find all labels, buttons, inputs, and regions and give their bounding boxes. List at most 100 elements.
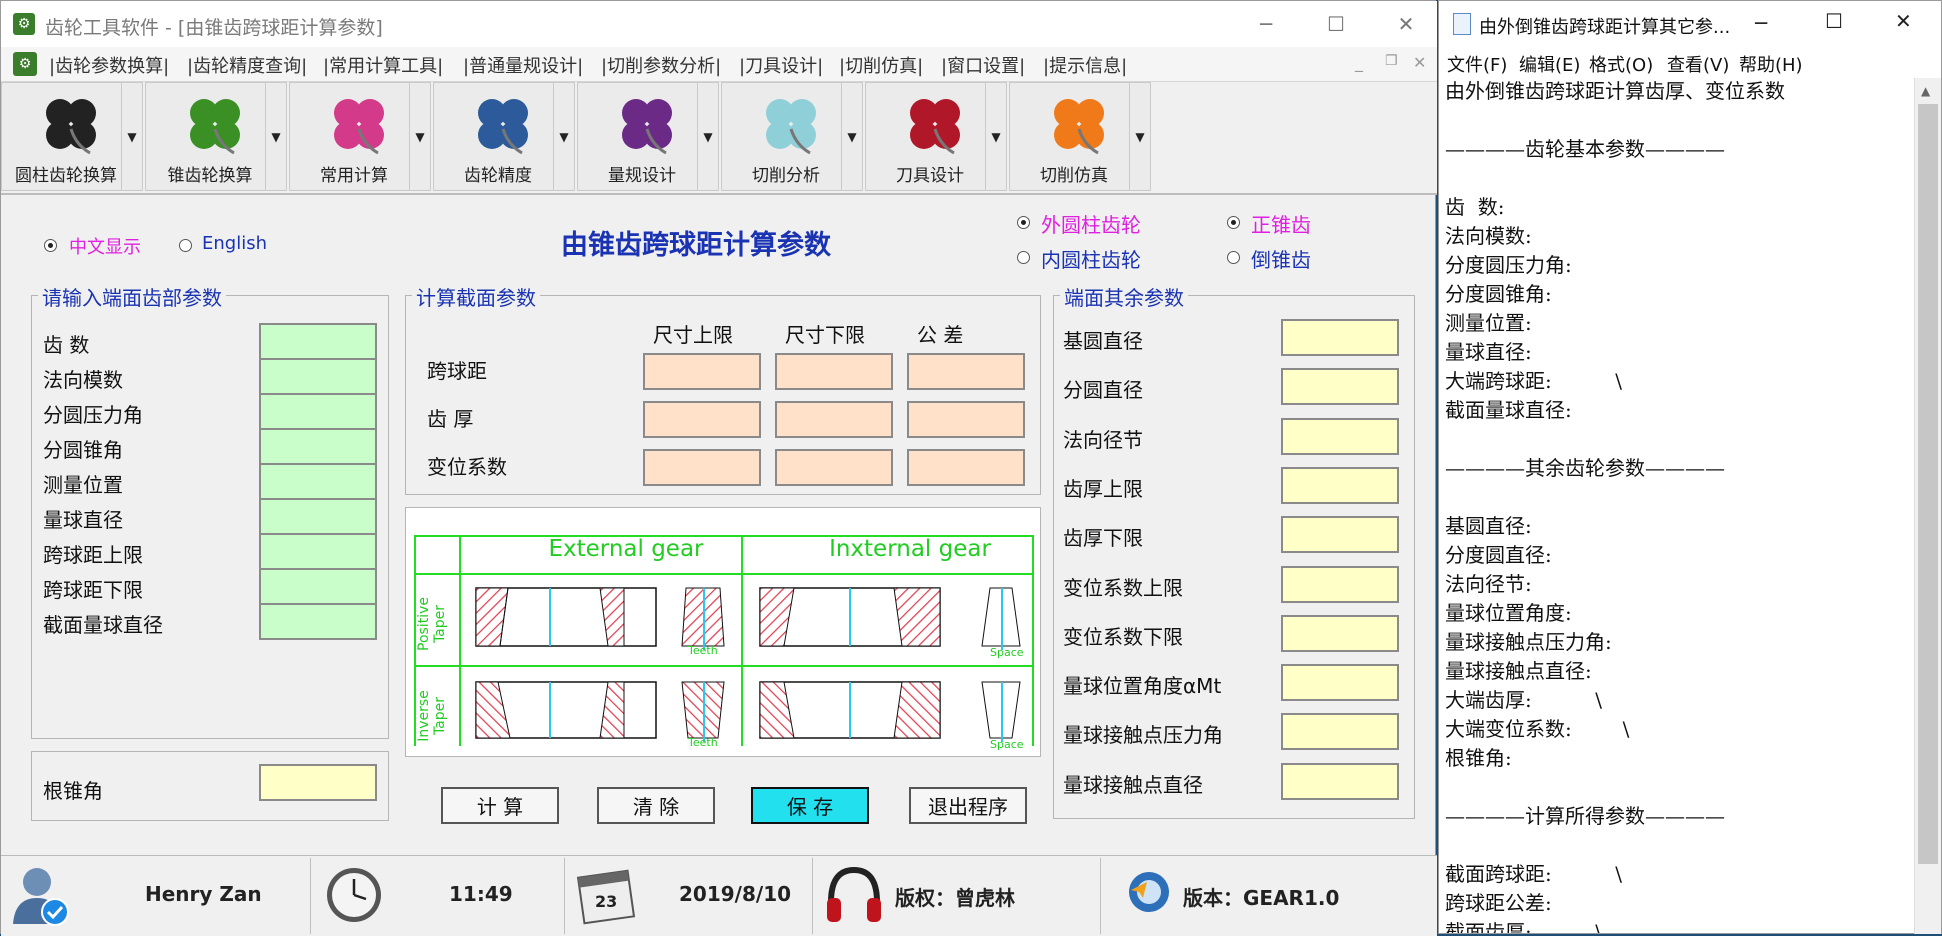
positive-taper-label[interactable]: 正锥齿 bbox=[1251, 209, 1311, 238]
other-field-2[interactable] bbox=[1281, 417, 1399, 455]
notepad-menu-edit[interactable]: 编辑(E) bbox=[1519, 51, 1580, 77]
input-field-6[interactable] bbox=[259, 533, 377, 570]
exit-button[interactable]: 退出程序 bbox=[909, 787, 1027, 824]
mdi-close-icon[interactable]: ✕ bbox=[1413, 53, 1426, 72]
inverse-taper-radio[interactable] bbox=[1227, 251, 1240, 264]
section-field-0-2[interactable] bbox=[907, 353, 1025, 390]
section-field-0-1[interactable] bbox=[775, 353, 893, 390]
scroll-up-icon[interactable]: ▲ bbox=[1921, 84, 1930, 98]
menu-gear-accuracy[interactable]: |齿轮精度查询| bbox=[187, 52, 307, 78]
input-field-7[interactable] bbox=[259, 568, 377, 605]
taper-diagram-panel: External gear Inxternal gear Positive Ta… bbox=[405, 507, 1041, 757]
calculate-button[interactable]: 计 算 bbox=[441, 787, 559, 824]
input-field-1[interactable] bbox=[259, 358, 377, 395]
other-field-7[interactable] bbox=[1281, 664, 1399, 702]
section-field-2-2[interactable] bbox=[907, 449, 1025, 486]
close-button[interactable]: ✕ bbox=[1377, 1, 1435, 47]
menu-gear-param[interactable]: |齿轮参数换算| bbox=[49, 52, 169, 78]
section-field-0-0[interactable] bbox=[643, 353, 761, 390]
lang-cn-label[interactable]: 中文显示 bbox=[69, 233, 141, 259]
dropdown-arrow-icon[interactable]: ▼ bbox=[1129, 83, 1150, 190]
menu-cutting-sim[interactable]: |切削仿真| bbox=[839, 52, 923, 78]
other-field-3[interactable] bbox=[1281, 466, 1399, 504]
positive-taper-radio[interactable] bbox=[1227, 216, 1240, 229]
mdi-minimize-icon[interactable]: _ bbox=[1355, 53, 1363, 72]
notepad-menu-help[interactable]: 帮助(H) bbox=[1739, 51, 1803, 77]
input-field-5[interactable] bbox=[259, 498, 377, 535]
menu-cutting-analysis[interactable]: |切削参数分析| bbox=[601, 52, 721, 78]
internal-gear-label[interactable]: 内圆柱齿轮 bbox=[1041, 244, 1141, 273]
dropdown-arrow-icon[interactable]: ▼ bbox=[409, 83, 430, 190]
notepad-text-area[interactable]: 由外倒锥齿跨球距计算齿厚、变位系数 ————齿轮基本参数———— 齿 数: 法向模数:… bbox=[1439, 77, 1913, 933]
dropdown-arrow-icon[interactable]: ▼ bbox=[841, 83, 862, 190]
notepad-line bbox=[1439, 164, 1913, 193]
lang-en-radio[interactable] bbox=[179, 239, 192, 252]
section-field-1-1[interactable] bbox=[775, 401, 893, 438]
mdi-restore-icon[interactable]: ❐ bbox=[1385, 53, 1398, 69]
external-gear-radio[interactable] bbox=[1017, 216, 1030, 229]
section-field-1-2[interactable] bbox=[907, 401, 1025, 438]
input-field-8[interactable] bbox=[259, 603, 377, 640]
other-field-4[interactable] bbox=[1281, 516, 1399, 554]
notepad-maximize-button[interactable]: ☐ bbox=[1825, 9, 1843, 33]
internal-gear-radio[interactable] bbox=[1017, 251, 1030, 264]
input-field-2[interactable] bbox=[259, 393, 377, 430]
section-field-1-0[interactable] bbox=[643, 401, 761, 438]
dropdown-arrow-icon[interactable]: ▼ bbox=[265, 83, 286, 190]
toolbar-button-5[interactable]: 切削分析 ▼ bbox=[721, 82, 863, 191]
menu-gauge-design[interactable]: |普通量规设计| bbox=[463, 52, 583, 78]
maximize-button[interactable]: ☐ bbox=[1307, 1, 1365, 47]
other-field-5[interactable] bbox=[1281, 565, 1399, 603]
calendar-day: 23 bbox=[595, 892, 618, 911]
root-cone-label: 根锥角 bbox=[43, 779, 103, 803]
toolbar-button-7[interactable]: 切削仿真 ▼ bbox=[1009, 82, 1151, 191]
input-field-4[interactable] bbox=[259, 463, 377, 500]
toolbar-button-1[interactable]: 锥齿轮换算 ▼ bbox=[145, 82, 287, 191]
notepad-menu-file[interactable]: 文件(F) bbox=[1447, 51, 1507, 77]
other-field-8[interactable] bbox=[1281, 713, 1399, 751]
root-cone-field[interactable] bbox=[259, 764, 377, 801]
toolbar-button-4[interactable]: 量规设计 ▼ bbox=[577, 82, 719, 191]
menu-common-tools[interactable]: |常用计算工具| bbox=[323, 52, 443, 78]
input-label-8: 截面量球直径 bbox=[43, 613, 163, 637]
external-gear-label[interactable]: 外圆柱齿轮 bbox=[1041, 209, 1141, 238]
toolbar-label: 刀具设计 bbox=[896, 166, 964, 186]
save-button[interactable]: 保 存 bbox=[751, 787, 869, 824]
dropdown-arrow-icon[interactable]: ▼ bbox=[553, 83, 574, 190]
section-field-2-0[interactable] bbox=[643, 449, 761, 486]
dropdown-arrow-icon[interactable]: ▼ bbox=[121, 83, 142, 190]
notepad-scrollbar[interactable]: ▲ bbox=[1914, 78, 1941, 934]
status-date: 23 2019/8/10 bbox=[567, 858, 813, 934]
scroll-thumb[interactable] bbox=[1918, 104, 1938, 864]
inverse-taper-label[interactable]: 倒锥齿 bbox=[1251, 244, 1311, 273]
other-field-0[interactable] bbox=[1281, 319, 1399, 356]
gear-menu-icon[interactable]: ⚙ bbox=[13, 52, 37, 76]
notepad-close-button[interactable]: ✕ bbox=[1895, 9, 1912, 33]
other-field-9[interactable] bbox=[1281, 762, 1399, 800]
other-field-1[interactable] bbox=[1281, 368, 1399, 406]
notepad-title: 由外倒锥齿跨球距计算其它参... bbox=[1479, 17, 1731, 38]
toolbar-button-3[interactable]: 齿轮精度 ▼ bbox=[433, 82, 575, 191]
toolbar-button-0[interactable]: 圆柱齿轮换算 ▼ bbox=[1, 82, 143, 191]
green-clover-icon bbox=[190, 99, 240, 155]
clear-button[interactable]: 清 除 bbox=[597, 787, 715, 824]
notepad-minimize-button[interactable]: ─ bbox=[1755, 11, 1767, 35]
notepad-menu-view[interactable]: 查看(V) bbox=[1667, 51, 1729, 77]
input-field-3[interactable] bbox=[259, 428, 377, 465]
lang-en-label[interactable]: English bbox=[202, 233, 267, 254]
toolbar-button-2[interactable]: 常用计算 ▼ bbox=[289, 82, 431, 191]
menu-tool-design[interactable]: |刀具设计| bbox=[739, 52, 823, 78]
dropdown-arrow-icon[interactable]: ▼ bbox=[697, 83, 718, 190]
menu-tips[interactable]: |提示信息| bbox=[1043, 52, 1127, 78]
section-field-2-1[interactable] bbox=[775, 449, 893, 486]
minimize-button[interactable]: ─ bbox=[1237, 1, 1295, 47]
toolbar-button-6[interactable]: 刀具设计 ▼ bbox=[865, 82, 1007, 191]
input-label-5: 量球直径 bbox=[43, 508, 123, 532]
other-field-6[interactable] bbox=[1281, 614, 1399, 652]
input-field-0[interactable] bbox=[259, 323, 377, 360]
notepad-menu-format[interactable]: 格式(O) bbox=[1589, 51, 1653, 77]
menu-window-settings[interactable]: |窗口设置| bbox=[941, 52, 1025, 78]
input-label-1: 法向模数 bbox=[43, 368, 123, 392]
dropdown-arrow-icon[interactable]: ▼ bbox=[985, 83, 1006, 190]
lang-cn-radio[interactable] bbox=[44, 239, 57, 252]
